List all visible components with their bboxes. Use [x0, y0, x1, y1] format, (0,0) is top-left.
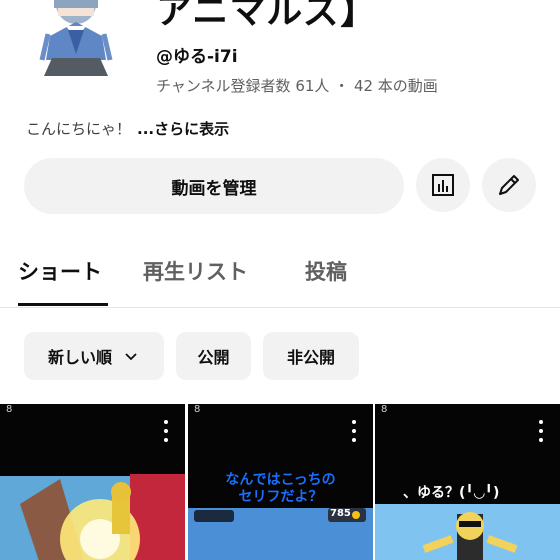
video-caption-line1: なんではこっちの [225, 472, 336, 488]
channel-avatar[interactable] [28, 0, 124, 76]
tab-posts[interactable]: 投稿 [305, 256, 347, 286]
show-more-link[interactable]: ...さらに表示 [137, 120, 229, 138]
manage-videos-button[interactable]: 動画を管理 [24, 158, 404, 214]
short-video-thumbnail-3[interactable]: 8 、ゆる？(╹◡╹) [375, 404, 560, 560]
game-scene-image [0, 474, 185, 560]
analytics-button[interactable] [416, 158, 470, 212]
sort-newest-label: 新しい順 [47, 348, 112, 367]
short-video-thumbnail-2[interactable]: 8 なんではこっちの セリフだよ？ 785 [188, 404, 373, 560]
active-tab-indicator [18, 303, 108, 306]
video-caption: 、ゆる？(╹◡╹) [403, 485, 500, 501]
short-video-thumbnail-1[interactable]: 8 [0, 404, 185, 560]
filter-public-label: 公開 [197, 348, 230, 367]
video-caption-line2: セリフだよ？ [238, 489, 323, 505]
channel-tabs: ショート 再生リスト 投稿 [0, 240, 560, 308]
channel-stats: チャンネル登録者数 61人 ・ 42 本の動画 [156, 77, 438, 95]
channel-description[interactable]: こんにちにゃ！ ...さらに表示 [26, 118, 229, 139]
filter-public-chip[interactable]: 公開 [176, 332, 251, 380]
sort-newest-chip[interactable]: 新しい順 [24, 332, 164, 380]
channel-handle: @ゆる-i7i [156, 47, 238, 67]
bar-chart-icon [432, 174, 454, 196]
tab-playlists[interactable]: 再生リスト [143, 256, 248, 286]
manage-videos-label: 動画を管理 [171, 178, 257, 199]
channel-name: アニマルズ】 [156, 0, 378, 32]
tab-shorts[interactable]: ショート [18, 256, 102, 286]
filter-private-chip[interactable]: 非公開 [263, 332, 359, 380]
pencil-icon [499, 175, 519, 195]
filter-private-label: 非公開 [286, 348, 335, 367]
description-text: こんにちにゃ！ [26, 120, 132, 138]
chevron-down-icon [125, 353, 137, 361]
coin-count: 785 [330, 508, 351, 519]
edit-channel-button[interactable] [482, 158, 536, 212]
